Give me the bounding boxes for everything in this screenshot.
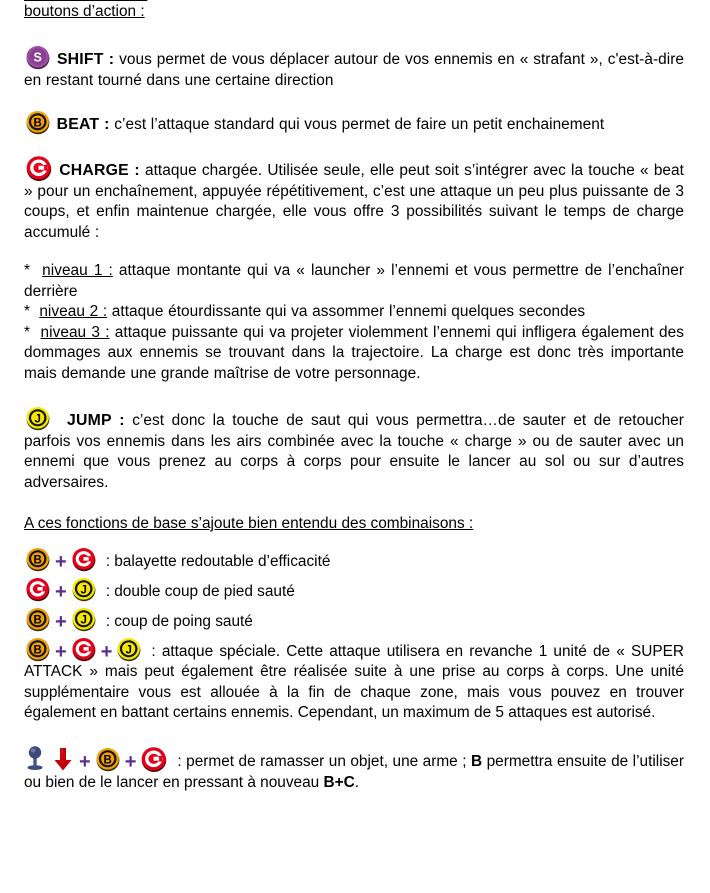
beat-key-icon: B <box>25 636 51 662</box>
charge-level-2-label: niveau 2 : <box>39 303 108 320</box>
svg-text:B: B <box>34 614 42 626</box>
beat-key-icon: B <box>25 546 51 572</box>
jump-key-icon: J <box>25 405 51 431</box>
document-page: boutons d’action : boutons d’action : S … <box>0 0 710 893</box>
key-label-jump: JUMP : <box>67 412 125 429</box>
plus-icon: + <box>55 610 67 633</box>
pickup-description-part1: : permet de ramasser un objet, une arme … <box>177 752 471 770</box>
key-entry-shift: S SHIFT : vous permet de vous déplacer a… <box>24 44 684 91</box>
svg-text:J: J <box>80 584 86 596</box>
key-label-beat: BEAT : <box>56 116 110 133</box>
combos-heading-text: A ces fonctions de base s’ajoute bien en… <box>24 515 474 532</box>
beat-key-icon: B <box>95 746 121 772</box>
svg-text:J: J <box>80 614 86 626</box>
svg-text:B: B <box>34 117 42 129</box>
charge-level-1-text: attaque montante qui va « launcher » l’e… <box>24 262 684 300</box>
combo-row-1: B + : balayette redoutable d’efficacité <box>24 546 684 576</box>
combo-row-3: B + J : coup de poing sauté <box>24 606 684 636</box>
combo-description-3: : coup de poing sauté <box>105 612 253 630</box>
charge-key-icon <box>25 154 53 182</box>
combo-description-1: : balayette redoutable d’efficacité <box>105 552 331 570</box>
combo-description-2: : double coup de pied sauté <box>105 582 295 600</box>
charge-level-3-bullet: * <box>24 323 31 341</box>
svg-text:S: S <box>34 51 42 65</box>
content-body: S SHIFT : vous permet de vous déplacer a… <box>24 44 684 793</box>
plus-icon: + <box>100 640 113 663</box>
pickup-description-bold1: B <box>471 752 483 770</box>
charge-level-3: * niveau 3 : attaque puissante qui va pr… <box>24 323 684 385</box>
pickup-description-bold2: B+C <box>323 773 355 791</box>
charge-level-3-label: niveau 3 : <box>40 323 110 341</box>
svg-text:B: B <box>34 554 42 566</box>
svg-text:J: J <box>126 644 132 656</box>
joystick-icon <box>24 745 48 773</box>
jump-key-icon: J <box>71 606 97 632</box>
key-label-shift: SHIFT : <box>56 51 115 68</box>
intro-heading: boutons d’action : <box>24 2 145 23</box>
svg-text:B: B <box>34 644 42 656</box>
arrow-down-icon <box>50 745 76 773</box>
pickup-combo-row: + B + : permet de ramasser un objet, une ar… <box>24 745 684 794</box>
charge-key-icon <box>71 546 97 572</box>
plus-icon: + <box>79 750 91 773</box>
plus-icon: + <box>124 750 137 773</box>
combos-heading: A ces fonctions de base s’ajoute bien en… <box>24 514 684 535</box>
svg-text:B: B <box>103 754 111 766</box>
charge-level-2-text: attaque étourdissante qui va assommer l’… <box>111 303 586 320</box>
key-entry-beat: B BEAT : c’est l’attaque standard qui vo… <box>24 109 684 136</box>
jump-key-icon: J <box>116 636 142 662</box>
key-label-charge: CHARGE : <box>59 161 140 179</box>
charge-level-1-label: niveau 1 : <box>42 262 113 279</box>
combo-row-2: + J : double coup de pied sauté <box>24 576 684 606</box>
charge-key-icon <box>71 636 97 662</box>
key-entry-charge: CHARGE : attaque chargée. Utilisée seule… <box>24 154 684 244</box>
svg-text:J: J <box>34 413 40 425</box>
charge-key-icon <box>140 745 168 773</box>
charge-level-2-bullet: * <box>24 303 31 320</box>
beat-key-icon: B <box>25 109 51 135</box>
key-entry-jump: J JUMP : c’est donc la touche de saut qu… <box>24 405 684 493</box>
charge-level-1: * niveau 1 : attaque montante qui va « l… <box>24 261 684 302</box>
charge-key-icon <box>25 576 51 602</box>
beat-key-icon: B <box>25 606 51 632</box>
charge-level-1-bullet: * <box>24 262 31 279</box>
intro-heading-text: boutons d’action : <box>24 3 145 20</box>
charge-level-3-text: attaque puissante qui va projeter violem… <box>24 323 684 382</box>
plus-icon: + <box>55 640 67 663</box>
charge-level-2: * niveau 2 : attaque étourdissante qui v… <box>24 302 684 323</box>
plus-icon: + <box>55 550 67 573</box>
shift-key-icon: S <box>25 44 51 70</box>
key-description-shift: vous permet de vous déplacer autour de v… <box>24 51 684 89</box>
jump-key-icon: J <box>71 576 97 602</box>
key-description-beat: c’est l’attaque standard qui vous permet… <box>114 116 605 133</box>
combo-row-4: B + + J: attaque spéciale. Cette attaque ut… <box>24 636 684 724</box>
plus-icon: + <box>55 580 67 603</box>
pickup-description-part3: . <box>354 773 359 791</box>
